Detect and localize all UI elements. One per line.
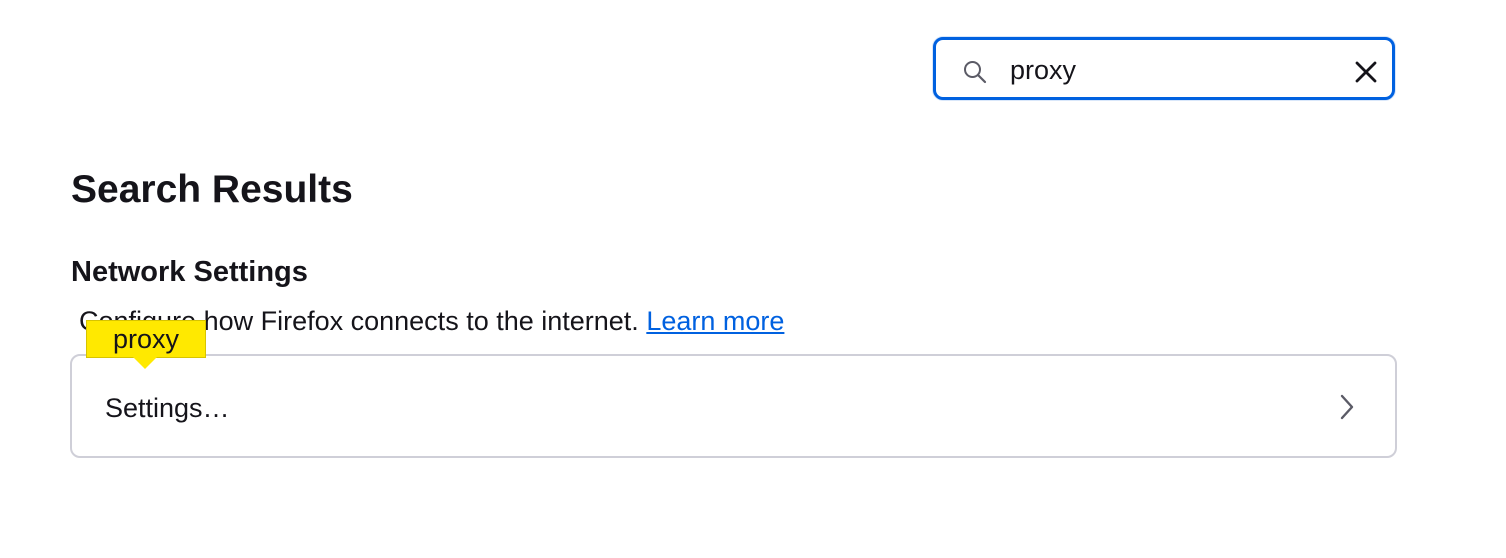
search-box[interactable] xyxy=(933,37,1395,100)
search-match-tooltip: proxy xyxy=(86,320,206,358)
search-input[interactable] xyxy=(1010,50,1330,90)
learn-more-link[interactable]: Learn more xyxy=(646,306,784,336)
tooltip-arrow xyxy=(133,357,157,369)
page-title: Search Results xyxy=(71,168,353,211)
search-icon xyxy=(964,61,987,84)
network-settings-button[interactable]: Settings… xyxy=(70,354,1397,458)
settings-button-label: Settings… xyxy=(105,393,230,423)
preferences-page: Search Results Network Settings Configur… xyxy=(0,0,1506,558)
chevron-right-icon xyxy=(1340,394,1354,420)
network-settings-heading: Network Settings xyxy=(71,256,308,288)
close-icon[interactable] xyxy=(1354,60,1378,84)
